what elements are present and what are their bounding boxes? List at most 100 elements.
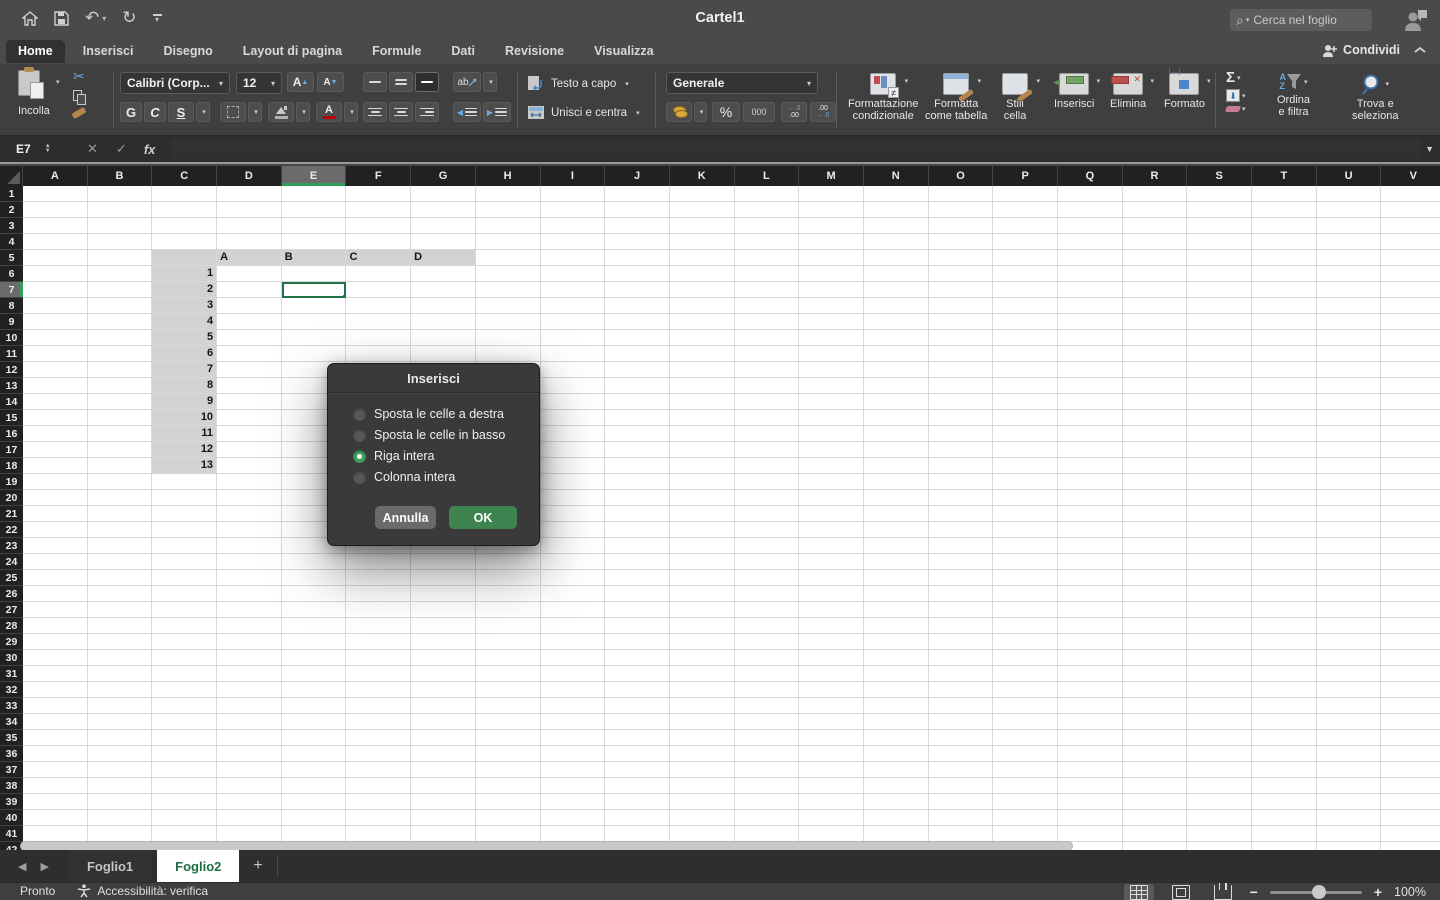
cell-D15[interactable] (217, 410, 282, 426)
cell-P1[interactable] (993, 186, 1058, 202)
cell-L25[interactable] (735, 570, 800, 586)
underline-dropdown[interactable]: ▾ (196, 102, 210, 122)
cell-L37[interactable] (735, 762, 800, 778)
cell-B40[interactable] (88, 810, 153, 826)
cell-A17[interactable] (23, 442, 88, 458)
cell-D12[interactable] (217, 362, 282, 378)
cell-T9[interactable] (1252, 314, 1317, 330)
cell-H37[interactable] (476, 762, 541, 778)
cell-N11[interactable] (864, 346, 929, 362)
cell-T30[interactable] (1252, 650, 1317, 666)
cancel-button[interactable]: Annulla (375, 506, 436, 529)
font-color-dropdown[interactable]: ▾ (344, 102, 358, 122)
cell-G4[interactable] (411, 234, 476, 250)
cell-S24[interactable] (1187, 554, 1252, 570)
search-input[interactable] (1253, 13, 1353, 27)
cell-D16[interactable] (217, 426, 282, 442)
currency-dropdown[interactable]: ▾ (694, 102, 707, 122)
cell-T29[interactable] (1252, 634, 1317, 650)
cell-M16[interactable] (799, 426, 864, 442)
cell-O18[interactable] (929, 458, 994, 474)
cell-A6[interactable] (23, 266, 88, 282)
cell-Q35[interactable] (1058, 730, 1123, 746)
cell-I33[interactable] (541, 698, 606, 714)
cell-G27[interactable] (411, 602, 476, 618)
column-header-C[interactable]: C (152, 166, 217, 186)
cell-D5[interactable]: A (217, 250, 282, 266)
cell-E34[interactable] (282, 714, 347, 730)
cell-R30[interactable] (1123, 650, 1188, 666)
cell-U13[interactable] (1317, 378, 1382, 394)
cell-G5[interactable]: D (411, 250, 476, 266)
cell-H40[interactable] (476, 810, 541, 826)
cell-O34[interactable] (929, 714, 994, 730)
cell-O2[interactable] (929, 202, 994, 218)
cell-B9[interactable] (88, 314, 153, 330)
cell-Q19[interactable] (1058, 474, 1123, 490)
cell-Q25[interactable] (1058, 570, 1123, 586)
cell-Q34[interactable] (1058, 714, 1123, 730)
cell-J6[interactable] (605, 266, 670, 282)
cell-H24[interactable] (476, 554, 541, 570)
cell-M15[interactable] (799, 410, 864, 426)
cell-M38[interactable] (799, 778, 864, 794)
ok-button[interactable]: OK (449, 506, 517, 529)
cell-T12[interactable] (1252, 362, 1317, 378)
cell-R28[interactable] (1123, 618, 1188, 634)
cell-I34[interactable] (541, 714, 606, 730)
confirm-entry-icon[interactable]: ✓ (116, 141, 127, 157)
cell-P3[interactable] (993, 218, 1058, 234)
cell-A34[interactable] (23, 714, 88, 730)
cell-I15[interactable] (541, 410, 606, 426)
cell-K16[interactable] (670, 426, 735, 442)
cell-M21[interactable] (799, 506, 864, 522)
cell-O12[interactable] (929, 362, 994, 378)
cell-B38[interactable] (88, 778, 153, 794)
cell-F26[interactable] (346, 586, 411, 602)
cell-L26[interactable] (735, 586, 800, 602)
cell-P10[interactable] (993, 330, 1058, 346)
account-avatar[interactable] (1402, 8, 1428, 32)
cell-D27[interactable] (217, 602, 282, 618)
cell-B41[interactable] (88, 826, 153, 842)
cell-A19[interactable] (23, 474, 88, 490)
cell-T10[interactable] (1252, 330, 1317, 346)
radio-selected-icon[interactable] (353, 450, 366, 463)
cell-K27[interactable] (670, 602, 735, 618)
column-header-F[interactable]: F (346, 166, 411, 186)
cell-M36[interactable] (799, 746, 864, 762)
cell-P26[interactable] (993, 586, 1058, 602)
cell-A39[interactable] (23, 794, 88, 810)
cell-F31[interactable] (346, 666, 411, 682)
cell-N4[interactable] (864, 234, 929, 250)
cell-U5[interactable] (1317, 250, 1382, 266)
row-header-28[interactable]: 28 (0, 618, 23, 634)
align-bottom-button[interactable] (415, 72, 439, 92)
row-header-16[interactable]: 16 (0, 426, 23, 442)
cell-D35[interactable] (217, 730, 282, 746)
cell-B2[interactable] (88, 202, 153, 218)
radio-unselected-icon[interactable] (353, 429, 366, 442)
cell-E9[interactable] (282, 314, 347, 330)
cell-S36[interactable] (1187, 746, 1252, 762)
cell-A3[interactable] (23, 218, 88, 234)
cell-U9[interactable] (1317, 314, 1382, 330)
cell-A15[interactable] (23, 410, 88, 426)
cell-R32[interactable] (1123, 682, 1188, 698)
cell-O29[interactable] (929, 634, 994, 650)
cell-B5[interactable] (88, 250, 153, 266)
cell-D10[interactable] (217, 330, 282, 346)
cell-U27[interactable] (1317, 602, 1382, 618)
cell-O17[interactable] (929, 442, 994, 458)
cell-N13[interactable] (864, 378, 929, 394)
cell-M14[interactable] (799, 394, 864, 410)
cell-E25[interactable] (282, 570, 347, 586)
cell-K7[interactable] (670, 282, 735, 298)
row-header-31[interactable]: 31 (0, 666, 23, 682)
cell-G35[interactable] (411, 730, 476, 746)
cell-L12[interactable] (735, 362, 800, 378)
cell-Q2[interactable] (1058, 202, 1123, 218)
cell-D23[interactable] (217, 538, 282, 554)
cell-B16[interactable] (88, 426, 153, 442)
cell-D31[interactable] (217, 666, 282, 682)
